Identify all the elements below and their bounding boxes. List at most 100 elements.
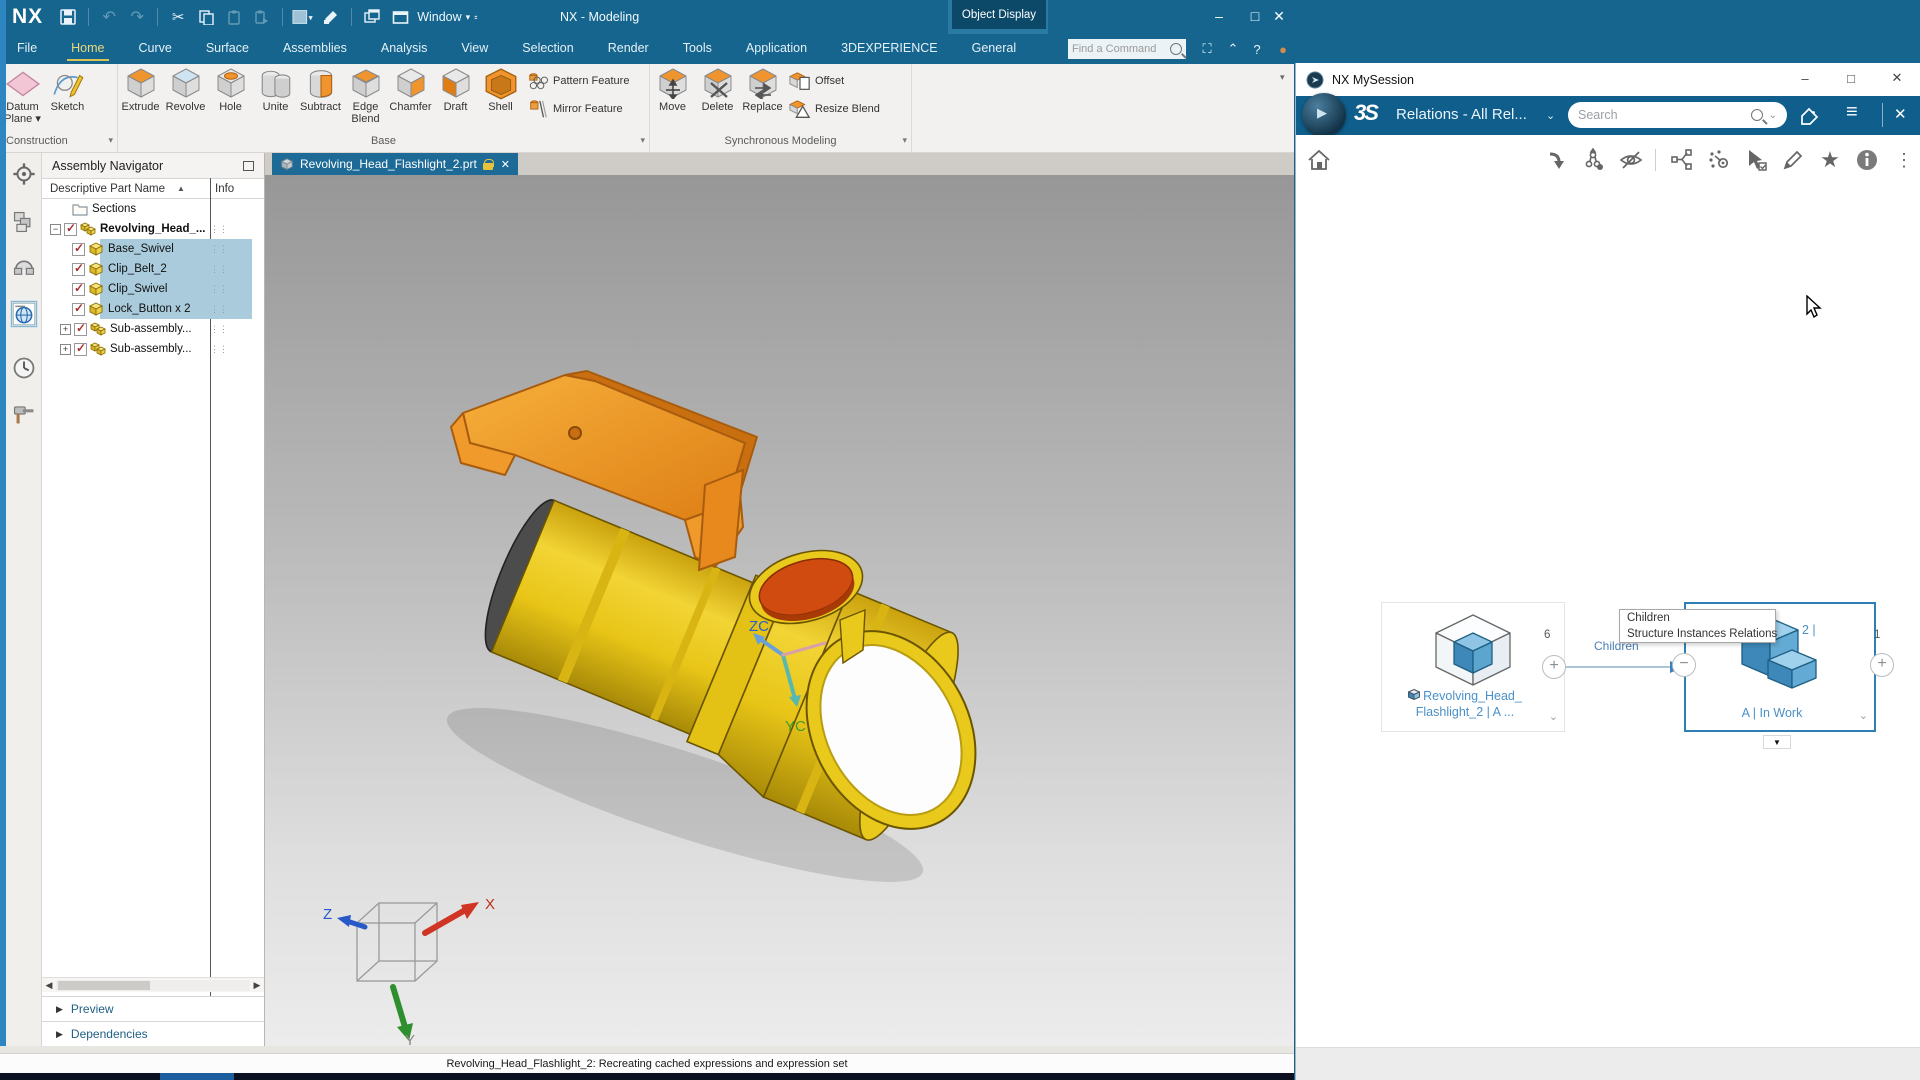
pattern-feature-button[interactable]: Pattern Feature xyxy=(527,71,629,91)
widget-search-box[interactable]: Search ⌄ xyxy=(1568,102,1787,128)
expand-relations-plus-button[interactable]: + xyxy=(1870,653,1894,677)
visibility-checkbox[interactable] xyxy=(72,283,85,296)
scrollbar-track[interactable] xyxy=(56,980,250,991)
chevron-down-icon[interactable]: ⌄ xyxy=(1549,710,1558,723)
tab-application[interactable]: Application xyxy=(746,35,807,63)
extrude-button[interactable]: Extrude xyxy=(118,67,163,113)
tree-row-label[interactable]: Revolving_Head_... xyxy=(100,223,205,235)
relation-node-left[interactable]: Revolving_Head_ Flashlight_2 | A ... ⌄ xyxy=(1381,602,1565,732)
visibility-checkbox[interactable] xyxy=(72,303,85,316)
impact-graph-icon[interactable] xyxy=(1581,147,1607,173)
visibility-checkbox[interactable] xyxy=(74,343,87,356)
hole-button[interactable]: Hole xyxy=(208,67,253,113)
fullscreen-icon[interactable]: ⛶ xyxy=(1196,38,1218,60)
close-part-tab-icon[interactable]: ✕ xyxy=(501,158,510,171)
widget-title[interactable]: Relations - All Rel... xyxy=(1396,106,1527,123)
multi-select-icon[interactable] xyxy=(1743,147,1769,173)
chevron-down-icon[interactable]: ⌄ xyxy=(1859,709,1868,722)
shell-button[interactable]: Shell xyxy=(478,67,523,113)
column-part-name[interactable]: Descriptive Part Name xyxy=(42,183,165,195)
3dexperience-compass-icon[interactable] xyxy=(1302,93,1346,137)
tree-row-clip-belt-2[interactable]: Clip_Belt_2⋮⋮ xyxy=(42,259,264,279)
column-info[interactable]: Info xyxy=(215,183,234,195)
minimize-button[interactable]: – xyxy=(1788,63,1822,93)
more-vertical-icon[interactable]: ⋮ xyxy=(1891,147,1917,173)
tab-home[interactable]: Home xyxy=(71,35,104,63)
tab-render[interactable]: Render xyxy=(608,35,649,63)
tag-icon[interactable] xyxy=(1799,105,1821,132)
open-relations-icon[interactable] xyxy=(1669,147,1695,173)
expand-relations-plus-button[interactable]: + xyxy=(1542,655,1566,679)
nav-down-icon[interactable] xyxy=(1544,147,1570,173)
expand-node-icon[interactable]: + xyxy=(60,324,71,335)
sketch-button[interactable]: Sketch xyxy=(45,67,90,113)
chevron-down-icon[interactable]: ⌄ xyxy=(1769,110,1777,121)
taskbar-active-app[interactable] xyxy=(160,1073,234,1080)
draft-button[interactable]: Draft xyxy=(433,67,478,113)
tab-selection[interactable]: Selection xyxy=(522,35,573,63)
minimize-ribbon-icon[interactable]: ⌃ xyxy=(1222,38,1244,60)
cascade-windows-icon[interactable] xyxy=(361,6,383,28)
information-icon[interactable] xyxy=(1854,147,1880,173)
home-icon[interactable] xyxy=(1306,147,1332,173)
flashlight-model[interactable]: ZC YC X Y Z xyxy=(265,175,1294,1046)
tab-file[interactable]: File xyxy=(17,35,37,63)
tree-row-clip-swivel[interactable]: Clip_Swivel⋮⋮ xyxy=(42,279,264,299)
chevron-down-icon[interactable]: ⌄ xyxy=(1546,109,1555,122)
graphics-viewport[interactable]: ZC YC X Y Z xyxy=(265,175,1294,1046)
maximize-button[interactable]: □ xyxy=(1834,63,1868,93)
tree-row-sub-assembly-[interactable]: +Sub-assembly...⋮⋮ xyxy=(42,339,264,359)
cut-icon[interactable]: ✂ xyxy=(167,6,189,28)
minimize-button[interactable]: – xyxy=(1204,0,1234,32)
tree-row-label[interactable]: Sections xyxy=(92,203,136,215)
move-button[interactable]: Move xyxy=(650,67,695,113)
navigator-horizontal-scrollbar[interactable]: ◀ ▶ xyxy=(42,977,264,992)
tree-row-label[interactable]: Lock_Button x 2 xyxy=(108,303,190,315)
scroll-right-icon[interactable]: ▶ xyxy=(250,980,264,991)
mirror-feature-button[interactable]: Mirror Feature xyxy=(527,99,629,119)
resize-blend-button[interactable]: Resize Blend xyxy=(789,99,880,119)
datum-plane-button[interactable]: DatumPlane ▾ xyxy=(0,67,45,125)
tree-row-label[interactable]: Clip_Swivel xyxy=(108,283,167,295)
window-menu[interactable]: Window ▾ ⹀ xyxy=(417,10,477,24)
tree-row-sub-assembly-[interactable]: +Sub-assembly...⋮⋮ xyxy=(42,319,264,339)
ribbon-options-icon[interactable]: ▾ xyxy=(1280,72,1285,83)
offset-button[interactable]: Offset xyxy=(789,71,880,91)
format-brush-icon[interactable] xyxy=(320,6,342,28)
visibility-checkbox[interactable] xyxy=(64,223,77,236)
sort-ascending-icon[interactable]: ▲ xyxy=(177,184,185,193)
dependencies-section[interactable]: ▶ Dependencies xyxy=(42,1021,264,1046)
history-icon[interactable] xyxy=(11,355,37,381)
constraint-navigator-icon[interactable] xyxy=(11,253,37,279)
favorite-star-icon[interactable]: ★ xyxy=(1817,147,1843,173)
assembly-navigator-icon[interactable] xyxy=(11,209,37,235)
save-icon[interactable] xyxy=(57,6,79,28)
delete-button[interactable]: Delete xyxy=(695,67,740,113)
help-icon[interactable]: ? xyxy=(1246,38,1268,60)
menu-icon[interactable]: ≡ xyxy=(1846,101,1858,124)
group-dialog-launcher-icon[interactable]: ▾ xyxy=(902,135,907,146)
tree-row-sections[interactable]: Sections xyxy=(42,199,264,219)
part-tab[interactable]: Revolving_Head_Flashlight_2.prt ✕ xyxy=(272,153,518,175)
tab-analysis[interactable]: Analysis xyxy=(381,35,428,63)
customize-qat-icon[interactable]: ⹀ xyxy=(474,10,477,24)
expand-settings-icon[interactable] xyxy=(1706,147,1732,173)
tab-tools[interactable]: Tools xyxy=(683,35,712,63)
close-widget-icon[interactable]: ✕ xyxy=(1894,105,1907,123)
tree-row-label[interactable]: Clip_Belt_2 xyxy=(108,263,167,275)
collapse-node-icon[interactable]: − xyxy=(50,224,61,235)
tree-row-revolving-head-[interactable]: −Revolving_Head_...⋮⋮ xyxy=(42,219,264,239)
group-dialog-launcher-icon[interactable]: ▾ xyxy=(640,135,645,146)
group-dialog-launcher-icon[interactable]: ▾ xyxy=(108,135,113,146)
gear-icon[interactable] xyxy=(11,161,37,187)
close-button[interactable]: ✕ xyxy=(1880,63,1914,93)
tab-general[interactable]: General xyxy=(972,35,1016,63)
user-status-icon[interactable]: ● xyxy=(1272,38,1294,60)
navigator-column-header[interactable]: Descriptive Part Name ▲ Info xyxy=(42,178,264,199)
expand-node-icon[interactable]: + xyxy=(60,344,71,355)
unite-button[interactable]: Unite xyxy=(253,67,298,113)
tools-icon[interactable] xyxy=(11,401,37,427)
tree-row-label[interactable]: Base_Swivel xyxy=(108,243,174,255)
window-frame-icon[interactable] xyxy=(389,6,411,28)
visibility-checkbox[interactable] xyxy=(72,243,85,256)
